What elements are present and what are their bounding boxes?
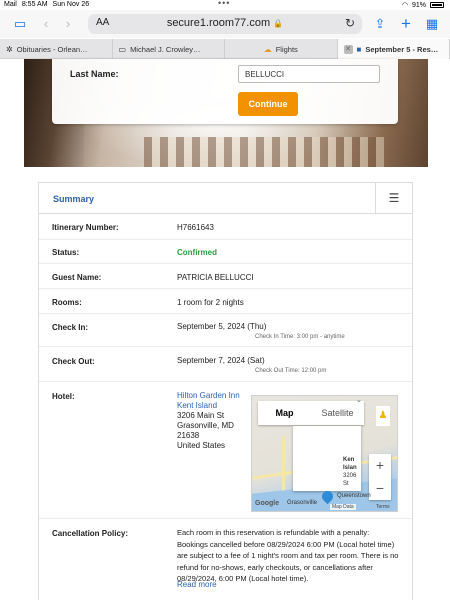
battery-icon <box>430 2 444 8</box>
zoom-out-button[interactable]: − <box>369 477 391 500</box>
last-name-label: Last Name: <box>70 69 119 79</box>
tab-label: Obituaries - Orlean… <box>16 44 88 54</box>
lock-icon: 🔒 <box>273 19 284 28</box>
zoom-control: + − <box>369 454 391 500</box>
policy-text: Each room in this reservation is refunda… <box>177 528 399 583</box>
hotel-address-line: 3206 Main St <box>177 411 225 420</box>
back-icon[interactable]: ‹ <box>38 16 54 32</box>
address-bar[interactable]: AA secure1.room77.com 🔒 ↻ <box>88 14 362 34</box>
checkout-time: Check Out Time: 12:00 pm <box>255 368 327 374</box>
popup-text: 3206 <box>343 473 357 479</box>
checkin-label: Check In: <box>52 323 89 332</box>
checkin-value: September 5, 2024 (Thu) <box>177 322 267 331</box>
hotel-map[interactable]: Map Satellite ⌄ Ken Islan 3206 St ♟ + − … <box>251 395 398 512</box>
read-more-link[interactable]: Read more <box>177 580 217 589</box>
close-tab-icon[interactable]: ✕ <box>343 44 353 54</box>
multitask-dots[interactable]: ••• <box>218 0 230 8</box>
checkout-label: Check Out: <box>52 357 95 366</box>
browser-toolbar: ▭ ‹ › AA secure1.room77.com 🔒 ↻ ⇪ + ▦ <box>0 10 450 38</box>
tab-flights[interactable]: ☁ Flights <box>225 39 338 59</box>
satellite-view-button[interactable]: Satellite <box>311 401 364 425</box>
tab-label: September 5 - Res… <box>365 44 439 54</box>
popup-text: Islan <box>343 465 357 471</box>
map-attribution[interactable]: Map Data <box>330 504 356 510</box>
map-place-label: Grasonville <box>287 500 318 506</box>
checkout-value: September 7, 2024 (Sat) <box>177 356 265 365</box>
hotel-address-line: 21638 <box>177 431 200 440</box>
url-text: secure1.room77.com <box>166 17 271 29</box>
summary-title: Summary <box>53 194 95 204</box>
row-checkin: Check In: September 5, 2024 (Thu) Check … <box>39 314 412 347</box>
hotel-name-link[interactable]: Hilton Garden Inn <box>177 391 240 401</box>
continue-button[interactable]: Continue <box>238 92 298 116</box>
row-hotel: Hotel: Hilton Garden Inn Kent Island 320… <box>39 382 412 519</box>
zoom-in-button[interactable]: + <box>369 454 391 477</box>
obituary-favicon-icon: ✲ <box>6 44 13 54</box>
rooms-value: 1 room for 2 nights <box>177 298 244 307</box>
room77-favicon-icon: ■ <box>356 44 362 54</box>
tab-reservation[interactable]: ✕ ■ September 5 - Res… <box>337 39 450 59</box>
row-status: Status: Confirmed <box>39 240 412 264</box>
date: Sun Nov 26 <box>52 1 90 8</box>
tab-overview-icon[interactable]: ▦ <box>424 16 440 32</box>
wifi-icon: ◠ <box>401 2 408 9</box>
reload-icon[interactable]: ↻ <box>345 16 355 30</box>
tab-label: Michael J. Crowley… <box>130 44 201 54</box>
status-label: Status: <box>52 248 80 257</box>
hotel-label: Hotel: <box>52 392 75 401</box>
guest-label: Guest Name: <box>52 273 102 282</box>
tab-label: Flights <box>275 44 298 54</box>
sidebar-icon[interactable]: ▭ <box>12 16 28 32</box>
clock: 8:55 AM <box>21 1 48 8</box>
tab-obituaries[interactable]: ✲ Obituaries - Orlean… <box>0 39 113 59</box>
battery-percent: 91% <box>411 1 426 9</box>
hotel-name-link-2[interactable]: Kent Island <box>177 401 240 411</box>
itinerary-value: H7661643 <box>177 223 214 232</box>
hotel-address-line: Grasonville, MD <box>177 421 234 430</box>
map-type-toggle: Map Satellite <box>258 401 364 425</box>
address-url[interactable]: secure1.room77.com 🔒 <box>88 17 362 29</box>
chevron-down-icon[interactable]: ⌄ <box>356 396 362 404</box>
popup-text: St <box>343 481 349 487</box>
map-view-button[interactable]: Map <box>258 401 311 425</box>
itinerary-label: Itinerary Number: <box>52 223 119 232</box>
checkin-time: Check In Time: 3:00 pm - anytime <box>255 334 345 340</box>
summary-header: Summary ☰ <box>39 183 412 214</box>
guest-value: PATRICIA BELLUCCI <box>177 273 254 282</box>
menu-icon[interactable]: ☰ <box>375 183 412 214</box>
status-bar: Mail 8:55 AM Sun Nov 26 ••• ◠ 91% <box>0 0 450 10</box>
hotel-address-line: United States <box>177 441 226 450</box>
lookup-form: Last Name: Continue <box>52 59 398 124</box>
map-info-window[interactable]: Ken Islan 3206 St <box>293 426 361 491</box>
row-cancellation: Cancellation Policy: Each room in this r… <box>39 519 412 600</box>
street-view-pegman-icon[interactable]: ♟ <box>376 406 390 426</box>
google-logo: Google <box>255 500 280 507</box>
map-place-label: Queenstown <box>337 493 371 499</box>
last-name-input[interactable] <box>238 65 380 83</box>
tab-michael-crowley[interactable]: ▭ Michael J. Crowley… <box>113 39 225 59</box>
back-to-app-label[interactable]: Mail <box>4 1 17 8</box>
rooms-label: Rooms: <box>52 298 82 307</box>
row-itinerary: Itinerary Number: H7661643 <box>39 214 412 240</box>
new-tab-icon[interactable]: + <box>398 15 414 32</box>
status-badge: Confirmed <box>177 248 217 257</box>
page-favicon-icon: ▭ <box>118 44 127 54</box>
policy-label: Cancellation Policy: <box>52 529 129 538</box>
share-icon[interactable]: ⇪ <box>372 16 388 32</box>
row-checkout: Check Out: September 7, 2024 (Sat) Check… <box>39 347 412 382</box>
hotel-details: Hilton Garden Inn Kent Island 3206 Main … <box>177 391 240 451</box>
tab-bar: ✲ Obituaries - Orlean… ▭ Michael J. Crow… <box>0 39 450 59</box>
map-terms-link[interactable]: Terms <box>376 504 390 510</box>
popup-text: Ken <box>343 457 355 463</box>
row-rooms: Rooms: 1 room for 2 nights <box>39 289 412 314</box>
flights-favicon-icon: ☁ <box>263 44 272 54</box>
summary-card: Summary ☰ Itinerary Number: H7661643 Sta… <box>38 182 413 600</box>
forward-icon[interactable]: › <box>60 16 76 32</box>
row-guest: Guest Name: PATRICIA BELLUCCI <box>39 264 412 289</box>
